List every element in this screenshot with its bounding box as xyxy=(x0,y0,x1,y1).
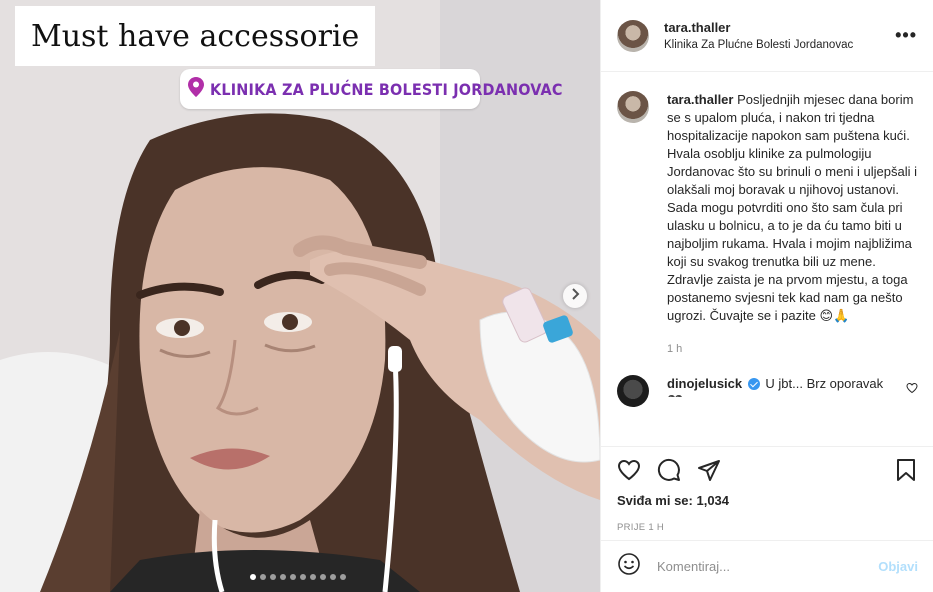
add-comment-bar: Objavi xyxy=(601,540,933,592)
comment-username[interactable]: dinojelusick xyxy=(667,376,742,391)
carousel-dot xyxy=(320,574,326,580)
location-sticker-label: Klinika Za Plućne Bolesti Jordanovac xyxy=(210,79,563,99)
location-pin-icon xyxy=(188,76,204,102)
save-bookmark-icon[interactable] xyxy=(894,458,918,482)
carousel-dot xyxy=(250,574,256,580)
post-comment-button[interactable]: Objavi xyxy=(878,559,918,574)
post-header: tara.thaller Klinika Za Plućne Bolesti J… xyxy=(601,0,933,72)
carousel-dot xyxy=(280,574,286,580)
carousel-next-button[interactable] xyxy=(563,284,587,308)
avatar[interactable] xyxy=(617,91,649,123)
comment-like-heart-icon[interactable] xyxy=(906,381,918,399)
post-location-link[interactable]: Klinika Za Plućne Bolesti Jordanovac xyxy=(664,39,895,51)
post-media[interactable]: Must have accessorie Klinika Za Plućne B… xyxy=(0,0,600,592)
carousel-dot xyxy=(340,574,346,580)
caption-text: Posljednjih mjesec dana borim se s upalo… xyxy=(667,92,918,323)
caption-timestamp[interactable]: 1 h xyxy=(667,343,918,355)
carousel-dot xyxy=(300,574,306,580)
avatar[interactable] xyxy=(617,375,649,407)
carousel-dot xyxy=(310,574,316,580)
caption-sticker: Must have accessorie xyxy=(15,6,375,66)
comment-input[interactable] xyxy=(657,559,879,574)
post-actions-section: Sviđa mi se: 1,034 PRIJE 1 H xyxy=(601,446,933,533)
carousel-dot xyxy=(260,574,266,580)
avatar[interactable] xyxy=(617,19,649,52)
carousel-dot xyxy=(270,574,276,580)
share-paper-plane-icon[interactable] xyxy=(697,458,721,482)
post-timestamp[interactable]: PRIJE 1 H xyxy=(617,522,918,533)
list-item: dinojelusick U jbt... Brz oporavak 🖤 xyxy=(617,375,918,407)
carousel-dot xyxy=(330,574,336,580)
post-side-panel: tara.thaller Klinika Za Plućne Bolesti J… xyxy=(600,0,933,592)
likes-count[interactable]: Sviđa mi se: 1,034 xyxy=(617,493,918,508)
like-heart-icon[interactable] xyxy=(617,458,641,482)
caption-username[interactable]: tara.thaller xyxy=(667,92,733,107)
comments-list[interactable]: tara.thaller Posljednjih mjesec dana bor… xyxy=(601,73,933,445)
chevron-right-icon xyxy=(570,287,580,305)
carousel-dot xyxy=(290,574,296,580)
verified-badge-icon xyxy=(747,378,760,390)
more-options-icon[interactable]: ••• xyxy=(895,25,917,46)
comment-bubble-icon[interactable] xyxy=(657,458,681,482)
carousel-indicator xyxy=(250,574,346,580)
location-sticker[interactable]: Klinika Za Plućne Bolesti Jordanovac xyxy=(180,69,562,109)
caption-comment: tara.thaller Posljednjih mjesec dana bor… xyxy=(617,91,918,325)
emoji-smiley-icon[interactable] xyxy=(617,552,641,581)
post-author-username[interactable]: tara.thaller xyxy=(664,20,895,35)
